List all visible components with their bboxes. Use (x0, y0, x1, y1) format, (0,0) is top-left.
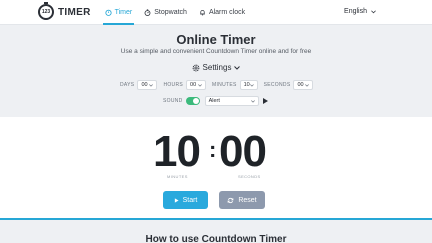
logo-number: 123 (41, 9, 51, 15)
seconds-label: SECONDS (263, 82, 291, 88)
gear-icon (192, 64, 199, 71)
hours-value: 00 (190, 82, 197, 88)
timer-panel: 10 : 00 MINUTES SECONDS Start Reset (0, 117, 432, 220)
sound-select[interactable]: Alert (204, 96, 259, 106)
chevron-down-icon (371, 9, 376, 13)
time-fields: DAYS 00 HOURS 00 MINUTES 10 SECONDS 00 (120, 80, 319, 90)
settings-label: Settings (202, 63, 232, 72)
hours-select[interactable]: 00 (186, 80, 207, 90)
page-title: Online Timer (176, 32, 256, 47)
chevron-down-icon (149, 83, 154, 87)
language-selector[interactable]: English (344, 8, 376, 15)
sound-row: SOUND Alert (163, 96, 268, 106)
seconds-value: 00 (297, 82, 304, 88)
start-button[interactable]: Start (163, 191, 208, 209)
main-nav: Timer Stopwatch Alarm clock (99, 0, 252, 25)
alarm-icon (200, 9, 205, 15)
settings-row: Settings (0, 63, 432, 72)
minutes-display: 10 (153, 127, 201, 176)
chevron-down-icon (234, 65, 241, 70)
days-value: 00 (141, 82, 148, 88)
stopwatch-icon (144, 8, 151, 16)
chevron-down-icon (249, 83, 254, 87)
nav-item-label: Timer (114, 8, 133, 16)
settings-toggle[interactable]: Settings (189, 63, 244, 72)
nav-item-label: Stopwatch (154, 8, 187, 16)
section-heading: How to use Countdown Timer (145, 234, 287, 243)
sound-option: Alert (208, 98, 220, 104)
minutes-unit-label: MINUTES (167, 174, 188, 179)
timer-icon (105, 9, 112, 16)
nav-item-stopwatch[interactable]: Stopwatch (138, 0, 193, 25)
seconds-select[interactable]: 00 (293, 80, 314, 90)
start-label: Start (182, 196, 198, 204)
logo-icon: 123 (38, 2, 54, 20)
top-navbar: 123 TIMER Timer Stopwatch Alarm clock En… (0, 0, 432, 25)
hours-label: HOURS (163, 82, 184, 88)
page-subtitle: Use a simple and convenient Countdown Ti… (120, 48, 312, 55)
nav-item-timer[interactable]: Timer (99, 0, 139, 25)
days-select[interactable]: 00 (137, 80, 158, 90)
play-icon (174, 197, 179, 203)
chevron-down-icon (198, 83, 202, 87)
chevron-down-icon (250, 99, 255, 103)
nav-item-label: Alarm clock (208, 8, 246, 16)
reset-button[interactable]: Reset (219, 191, 265, 209)
minutes-select[interactable]: 10 (239, 80, 258, 90)
seconds-display: 00 (219, 127, 267, 176)
time-separator: : (209, 137, 217, 162)
days-label: DAYS (120, 82, 135, 88)
nav-item-alarm-clock[interactable]: Alarm clock (193, 0, 251, 25)
brand-name: TIMER (58, 6, 91, 18)
chevron-down-icon (305, 83, 310, 87)
play-sound-button[interactable] (262, 98, 268, 104)
language-label: English (344, 8, 367, 15)
seconds-unit-label: SECONDS (238, 174, 261, 179)
minutes-label: MINUTES (212, 82, 237, 88)
sound-toggle[interactable] (185, 97, 200, 105)
reset-icon (228, 197, 234, 203)
brand[interactable]: 123 TIMER (38, 2, 91, 20)
reset-label: Reset (238, 196, 257, 204)
sound-label: SOUND (163, 98, 183, 104)
